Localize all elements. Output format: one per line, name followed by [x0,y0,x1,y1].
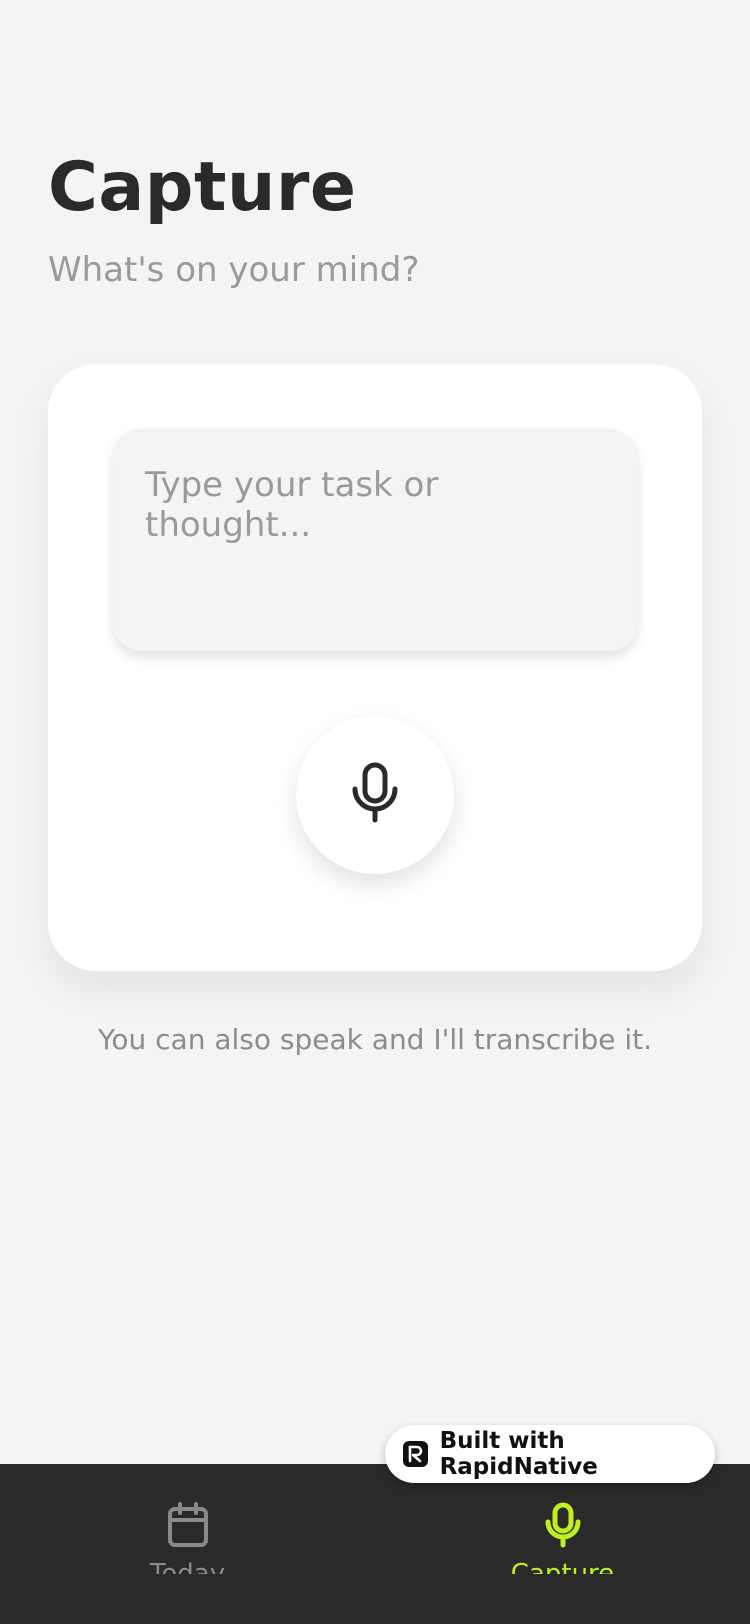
calendar-icon [167,1502,209,1552]
tab-capture-label: Capture [510,1559,615,1574]
voice-hint: You can also speak and I'll transcribe i… [98,1023,652,1056]
page-title: Capture [48,148,357,227]
tab-today[interactable]: Today [0,1464,375,1574]
rapidnative-logo-icon [403,1441,428,1467]
page-subtitle: What's on your mind? [48,250,420,290]
capture-card [48,364,702,971]
record-voice-button[interactable] [296,716,454,874]
microphone-icon [545,1502,581,1552]
task-input[interactable] [113,429,637,651]
microphone-icon [351,762,399,828]
badge-label: Built with RapidNative [439,1428,598,1480]
bottom-tab-bar: Today Capture [0,1464,750,1624]
built-with-badge[interactable]: Built with RapidNative [385,1425,715,1483]
tab-today-label: Today [149,1559,226,1574]
